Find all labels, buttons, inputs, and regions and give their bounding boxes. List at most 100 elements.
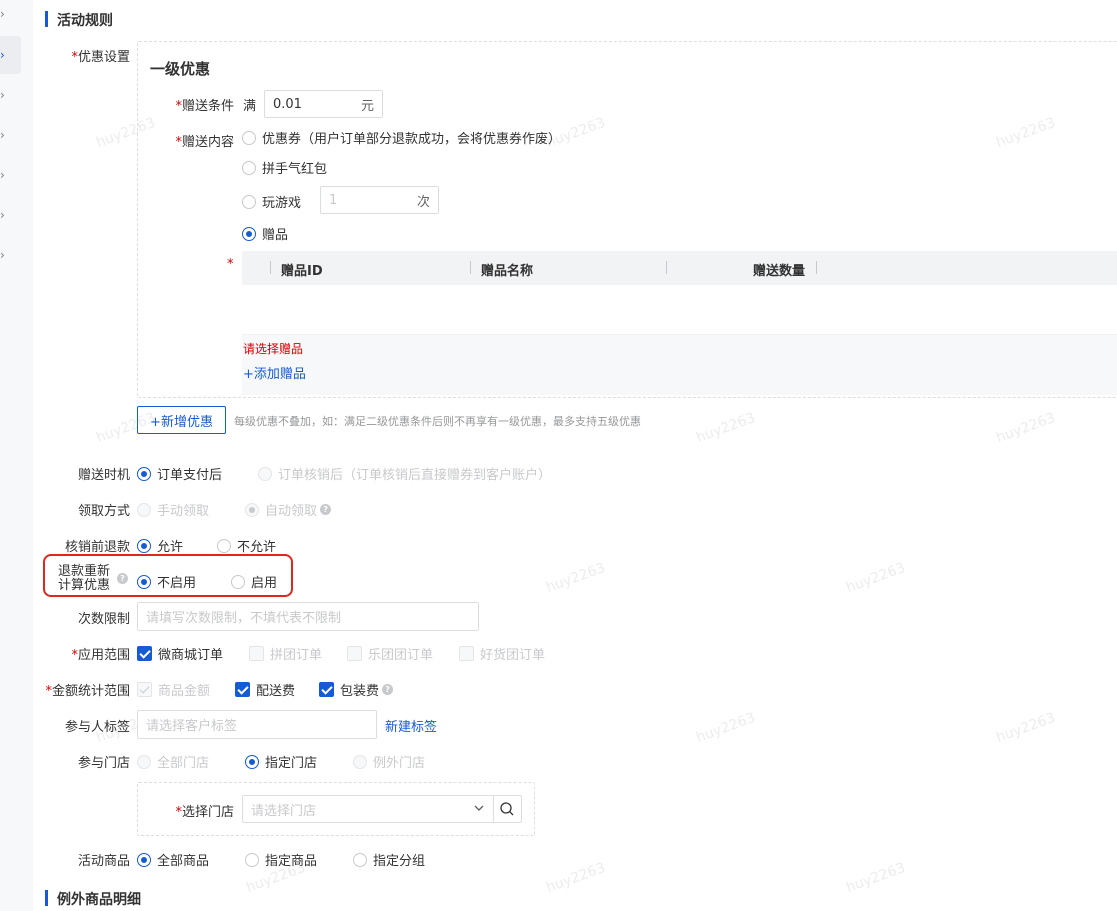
radio-after-verify[interactable]: 订单核销后（订单核销后直接赠券到客户账户）: [258, 464, 551, 483]
game-count-unit: 次: [416, 194, 430, 210]
checkbox-packing-fee[interactable]: 包装费?: [319, 680, 394, 699]
radio-all-stores[interactable]: 全部门店: [137, 752, 209, 771]
label-line: 退款重新: [58, 564, 111, 579]
radio-disallow-refund[interactable]: 不允许: [217, 536, 276, 555]
col-gift-quantity: 赠送数量: [753, 264, 806, 279]
watermark: huy2263: [994, 409, 1058, 447]
radio-excluded-stores[interactable]: 例外门店: [353, 752, 425, 771]
radio-specified-goods[interactable]: 指定商品: [245, 850, 317, 869]
radio-label: 赠品: [262, 228, 289, 243]
help-icon[interactable]: ?: [382, 684, 394, 695]
new-tag-link[interactable]: 新建标签: [385, 716, 437, 735]
condition-amount-input[interactable]: 0.01 元: [264, 90, 383, 118]
checkbox-le-group-order[interactable]: 乐团团订单: [347, 644, 433, 663]
radio-coupon[interactable]: 优惠券（用户订单部分退款成功，会将优惠券作废）: [242, 128, 561, 147]
radio-label: 例外门店: [373, 756, 426, 771]
radio-dot[interactable]: [242, 226, 256, 241]
chevron-right-icon[interactable]: ›: [0, 48, 10, 62]
radio-dot[interactable]: [137, 754, 151, 769]
radio-dot[interactable]: [137, 852, 151, 867]
radio-dot[interactable]: [137, 502, 151, 517]
radio-dot[interactable]: [242, 160, 256, 175]
gift-condition-label: *赠送条件: [175, 99, 234, 114]
times-limit-input[interactable]: 请填写次数限制，不填代表不限制: [137, 602, 479, 631]
checkbox-box[interactable]: [137, 646, 152, 661]
column-divider: [270, 261, 271, 274]
radio-dot[interactable]: [231, 574, 245, 589]
radio-dot[interactable]: [245, 852, 259, 867]
checkbox-group-order[interactable]: 拼团订单: [249, 644, 322, 663]
refund-before-verify-label: 核销前退款: [64, 540, 130, 555]
condition-prefix: 满: [243, 99, 257, 114]
radio-allow-refund[interactable]: 允许: [137, 536, 183, 555]
radio-specified-group[interactable]: 指定分组: [353, 850, 425, 869]
radio-dot[interactable]: [137, 466, 151, 481]
radio-auto-receive[interactable]: 自动领取?: [245, 500, 332, 519]
radio-label: 指定商品: [265, 854, 318, 869]
checkbox-wechat-mall-order[interactable]: 微商城订单: [137, 644, 223, 663]
checkbox-box[interactable]: [347, 646, 362, 661]
section-title: 活动规则: [45, 10, 113, 30]
radio-dot[interactable]: [245, 502, 259, 517]
add-gift-link[interactable]: +添加赠品: [243, 363, 306, 382]
radio-dot[interactable]: [242, 130, 256, 145]
discount-setting-label: *优惠设置: [71, 50, 130, 65]
radio-dot[interactable]: [217, 538, 231, 553]
radio-dot[interactable]: [242, 194, 256, 209]
checkbox-label: 乐团团订单: [368, 648, 434, 663]
discount-level-title: 一级优惠: [150, 60, 211, 78]
condition-amount-value: 0.01: [273, 96, 302, 112]
required-mark: *: [227, 257, 234, 272]
radio-recalc-off[interactable]: 不启用: [137, 572, 196, 591]
radio-after-payment[interactable]: 订单支付后: [137, 464, 222, 483]
radio-gift[interactable]: 赠品: [242, 224, 288, 243]
radio-dot[interactable]: [258, 466, 272, 481]
search-icon[interactable]: [499, 799, 515, 819]
radio-label: 不启用: [157, 576, 197, 591]
chevron-down-icon[interactable]: [473, 798, 485, 818]
participant-tag-label: 参与人标签: [64, 720, 130, 735]
checkbox-label: 包装费: [340, 684, 380, 699]
chevron-right-icon[interactable]: ›: [0, 208, 10, 222]
help-icon[interactable]: ?: [320, 504, 332, 515]
customer-tag-select[interactable]: 请选择客户标签: [137, 710, 377, 739]
radio-label: 指定分组: [373, 854, 426, 869]
radio-manual-receive[interactable]: 手动领取: [137, 500, 209, 519]
divider: [493, 796, 494, 822]
radio-dot[interactable]: [245, 754, 259, 769]
column-divider: [470, 261, 471, 274]
watermark: huy2263: [844, 859, 908, 897]
game-count-input[interactable]: 1 次: [320, 186, 439, 214]
checkbox-goods-amount[interactable]: 商品金额: [137, 680, 210, 699]
chevron-right-icon[interactable]: ›: [0, 128, 10, 142]
radio-recalc-on[interactable]: 启用: [231, 572, 277, 591]
chevron-right-icon[interactable]: ›: [0, 88, 10, 102]
radio-label: 指定门店: [265, 756, 318, 771]
chevron-right-icon[interactable]: ›: [0, 168, 10, 182]
add-discount-button[interactable]: +新增优惠: [137, 406, 226, 434]
checkbox-box[interactable]: [319, 682, 334, 697]
radio-game[interactable]: 玩游戏: [242, 192, 301, 211]
radio-dot[interactable]: [137, 574, 151, 589]
chevron-right-icon[interactable]: ›: [0, 7, 10, 21]
checkbox-good-group-order[interactable]: 好货团订单: [459, 644, 545, 663]
checkbox-box[interactable]: [137, 682, 152, 697]
checkbox-delivery-fee[interactable]: 配送费: [235, 680, 295, 699]
chevron-right-icon[interactable]: ›: [0, 248, 10, 262]
checkbox-box[interactable]: [459, 646, 474, 661]
radio-all-goods[interactable]: 全部商品: [137, 850, 209, 869]
checkbox-box[interactable]: [249, 646, 264, 661]
radio-dot[interactable]: [353, 754, 367, 769]
help-icon[interactable]: ?: [117, 573, 128, 584]
add-discount-hint: 每级优惠不叠加，如：满足二级优惠条件后则不再享有一级优惠，最多支持五级优惠: [234, 415, 641, 428]
checkbox-box[interactable]: [235, 682, 250, 697]
radio-dot[interactable]: [137, 538, 151, 553]
radio-dot[interactable]: [353, 852, 367, 867]
radio-redpack[interactable]: 拼手气红包: [242, 158, 327, 177]
radio-label: 全部商品: [157, 854, 210, 869]
radio-specified-stores[interactable]: 指定门店: [245, 752, 317, 771]
radio-label: 拼手气红包: [262, 162, 328, 177]
gift-table-footer: [242, 335, 1117, 395]
gift-table-body: [242, 285, 1117, 335]
watermark: huy2263: [694, 409, 758, 447]
